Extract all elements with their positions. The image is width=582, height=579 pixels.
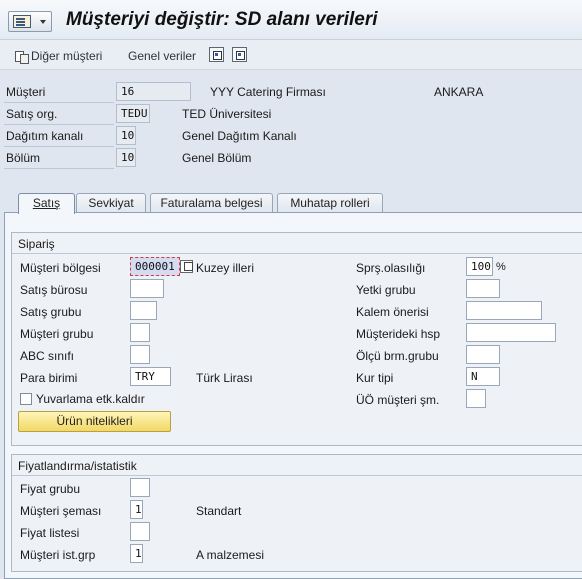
customer-group-label: Müşteri grubu	[20, 327, 94, 341]
sales-org-name: TED Üniversitesi	[182, 107, 272, 121]
sales-org-label: Satış org.	[6, 107, 58, 121]
sales-district-label: Müşteri bölgesi	[20, 261, 101, 275]
tab-billing-label: Faturalama belgesi	[160, 196, 263, 210]
customer-city: ANKARA	[434, 85, 484, 99]
rounding-checkbox[interactable]	[20, 393, 32, 405]
value-help-icon[interactable]	[180, 260, 193, 273]
abc-class-label: ABC sınıfı	[20, 349, 75, 363]
account-at-customer-field[interactable]	[466, 323, 556, 342]
item-proposal-label: Kalem önerisi	[356, 305, 429, 319]
sales-district-text: Kuzey illeri	[196, 261, 255, 275]
page-title: Müşteriyi değiştir: SD alanı verileri	[66, 9, 378, 30]
sales-areas-icon[interactable]	[232, 47, 247, 62]
sales-office-label: Satış bürosu	[20, 283, 88, 297]
tab-billing[interactable]: Faturalama belgesi	[150, 193, 273, 213]
divider	[4, 124, 114, 125]
chevron-down-icon	[40, 20, 46, 24]
product-attributes-button[interactable]: Ürün nitelikleri	[18, 411, 171, 432]
general-data-button[interactable]: Genel veriler	[128, 47, 196, 65]
divider	[4, 146, 114, 147]
account-at-customer-label: Müşterideki hsp	[356, 327, 441, 341]
currency-label: Para birimi	[20, 371, 78, 385]
division-label: Bölüm	[6, 151, 41, 165]
customer-pricing-procedure-field[interactable]: 1	[130, 500, 143, 519]
customer-icon	[14, 49, 29, 64]
sales-group-field[interactable]	[130, 301, 157, 320]
order-probability-field[interactable]: 100	[466, 257, 493, 276]
division-field[interactable]: 10	[116, 148, 136, 167]
tab-shipping-label: Sevkiyat	[88, 196, 134, 210]
other-customer-label: Diğer müşteri	[31, 49, 103, 63]
exchange-rate-type-label: Kur tipi	[356, 371, 394, 385]
division-name: Genel Bölüm	[182, 151, 252, 165]
customer-name: YYY Catering Firması	[210, 85, 326, 99]
customer-stats-group-field[interactable]: 1	[130, 544, 143, 563]
price-list-field[interactable]	[130, 522, 150, 541]
customer-pricing-procedure-text: Standart	[196, 504, 242, 518]
customer-group-field[interactable]	[130, 323, 150, 342]
sales-office-field[interactable]	[130, 279, 164, 298]
divider	[12, 253, 582, 254]
authorization-group-label: Yetki grubu	[356, 283, 416, 297]
divider	[4, 102, 114, 103]
abc-class-field[interactable]	[130, 345, 150, 364]
menu-icon	[13, 15, 31, 28]
system-menu-button[interactable]	[8, 11, 52, 32]
pp-customer-procedure-label: ÜÖ müşteri şm.	[356, 393, 440, 407]
rounding-label: Yuvarlama etk.kaldır	[36, 392, 145, 406]
additional-data-icon[interactable]	[209, 47, 224, 62]
order-probability-label: Sprş.olasılığı	[356, 261, 426, 275]
tab-sales[interactable]: Satış	[18, 193, 75, 214]
sales-district-field[interactable]: 000001	[130, 257, 180, 276]
customer-stats-group-text: A malzemesi	[196, 548, 265, 562]
pricing-group-title: Fiyatlandırma/istatistik	[18, 459, 137, 473]
dist-channel-field[interactable]: 10	[116, 126, 136, 145]
other-customer-button[interactable]: Diğer müşteri	[14, 47, 102, 65]
tab-partner-functions[interactable]: Muhatap rolleri	[277, 193, 383, 213]
price-group-label: Fiyat grubu	[20, 482, 81, 496]
sales-group-label: Satış grubu	[20, 305, 82, 319]
authorization-group-field[interactable]	[466, 279, 500, 298]
customer-label: Müşteri	[6, 85, 46, 99]
customer-pricing-procedure-label: Müşteri şeması	[20, 504, 102, 518]
general-data-label: Genel veriler	[128, 49, 197, 63]
tab-partner-functions-label: Muhatap rolleri	[290, 196, 370, 210]
percent-unit: %	[496, 261, 506, 273]
divider	[12, 475, 582, 476]
price-group-field[interactable]	[130, 478, 150, 497]
sales-org-field[interactable]: TEDU	[116, 104, 150, 123]
currency-field[interactable]: TRY	[130, 367, 171, 386]
order-group-title: Sipariş	[18, 237, 55, 251]
customer-stats-group-label: Müşteri ist.grp	[20, 548, 96, 562]
dist-channel-name: Genel Dağıtım Kanalı	[182, 129, 297, 143]
customer-field[interactable]: 16	[116, 82, 191, 101]
exchange-rate-type-field[interactable]: N	[466, 367, 500, 386]
price-list-label: Fiyat listesi	[20, 526, 80, 540]
currency-text: Türk Lirası	[196, 371, 253, 385]
item-proposal-field[interactable]	[466, 301, 542, 320]
dist-channel-label: Dağıtım kanalı	[6, 129, 84, 143]
pp-customer-procedure-field[interactable]	[466, 389, 486, 408]
tab-sales-label: Satış	[32, 196, 61, 210]
tab-shipping[interactable]: Sevkiyat	[76, 193, 146, 213]
uom-group-label: Ölçü brm.grubu	[356, 349, 439, 363]
divider	[4, 168, 114, 169]
uom-group-field[interactable]	[466, 345, 500, 364]
